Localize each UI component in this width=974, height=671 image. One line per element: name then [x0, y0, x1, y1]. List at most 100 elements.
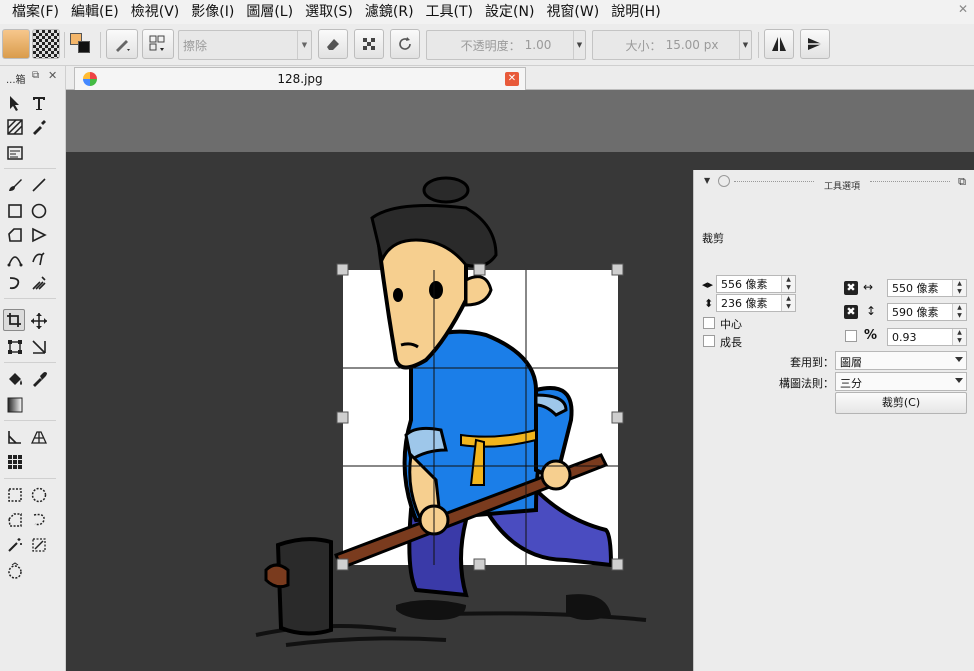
lock-docker-icon[interactable]	[718, 175, 730, 187]
brush-icon	[9, 179, 22, 191]
tool-polygon[interactable]	[4, 224, 26, 246]
bezier-icon	[7, 256, 23, 267]
width-lock-checkbox[interactable]: ✖	[844, 281, 858, 295]
tool-perspective-grid[interactable]	[28, 426, 50, 448]
tool-gradient[interactable]	[4, 394, 26, 416]
tool-polyline[interactable]	[28, 224, 50, 246]
menu-layer[interactable]: 圖層(L)	[240, 0, 299, 24]
tool-assistant[interactable]	[4, 426, 26, 448]
float-panel-icon[interactable]: ⧉	[32, 70, 39, 81]
tool-dynamic-brush[interactable]	[4, 272, 26, 294]
background-color-swatch[interactable]	[78, 41, 90, 53]
menu-image[interactable]: 影像(I)	[185, 0, 240, 24]
dynamics-button[interactable]	[142, 29, 174, 59]
crop-handle-top-left[interactable]	[336, 263, 349, 276]
tool-fill[interactable]	[4, 368, 26, 390]
crop-handle-bottom-left[interactable]	[336, 558, 349, 571]
alpha-lock-button[interactable]	[354, 29, 384, 59]
spinner-icon[interactable]: ▲ ▼	[952, 304, 966, 320]
grid-dropdown-icon	[149, 35, 165, 51]
right-height-input[interactable]: 590 像素 ▲ ▼	[887, 303, 967, 321]
spinner-icon[interactable]: ▲ ▼	[952, 329, 966, 345]
tool-bezier[interactable]	[4, 248, 26, 270]
crop-handle-bottom[interactable]	[473, 558, 486, 571]
size-slider[interactable]: 大小： 15.00 px ▼	[592, 30, 752, 60]
tool-move[interactable]	[28, 310, 50, 332]
menu-window[interactable]: 視窗(W)	[540, 0, 605, 24]
composition-select[interactable]: 三分	[835, 372, 967, 391]
blend-mode-select[interactable]: 擦除 ▼	[178, 30, 312, 60]
size-label: 大小：	[625, 38, 662, 53]
crop-button[interactable]: 裁剪(C)	[835, 392, 967, 414]
tool-freehand-select[interactable]	[28, 509, 50, 531]
reset-button[interactable]	[390, 29, 420, 59]
opacity-slider[interactable]: 不透明度： 1.00 ▼	[426, 30, 586, 60]
document-tab[interactable]: 128.jpg ✕	[74, 67, 526, 90]
separator	[100, 32, 101, 58]
crop-handle-left[interactable]	[336, 411, 349, 424]
eraser-mode-button[interactable]	[318, 29, 348, 59]
mirror-horizontal-button[interactable]	[764, 29, 794, 59]
grow-checkbox[interactable]	[703, 335, 715, 347]
menu-view[interactable]: 檢視(V)	[125, 0, 186, 24]
crop-handle-top-right[interactable]	[611, 263, 624, 276]
tool-ellipse[interactable]	[28, 200, 50, 222]
float-docker-icon[interactable]: ⧉	[958, 175, 966, 189]
menu-filter[interactable]: 濾鏡(R)	[359, 0, 420, 24]
tool-gradient-editor[interactable]	[4, 142, 26, 164]
crop-width-input[interactable]: 556 像素 ▲ ▼	[716, 275, 796, 293]
tool-brush[interactable]	[4, 174, 26, 196]
menu-edit[interactable]: 編輯(E)	[65, 0, 125, 24]
checkerboard-icon	[363, 38, 375, 50]
close-icon[interactable]: ✕	[48, 69, 57, 82]
tool-pattern[interactable]	[4, 116, 26, 138]
tool-rectangle[interactable]	[4, 200, 26, 222]
tool-transform[interactable]	[4, 336, 26, 358]
crop-handle-right[interactable]	[611, 411, 624, 424]
collapse-icon[interactable]: ▼	[704, 176, 710, 185]
center-checkbox[interactable]	[703, 317, 715, 329]
chevron-down-icon[interactable]: ▼	[739, 31, 751, 59]
tool-color-picker[interactable]	[28, 368, 50, 390]
tool-calligraphy[interactable]	[28, 116, 50, 138]
tool-magic-wand[interactable]	[4, 534, 26, 556]
menu-help[interactable]: 說明(H)	[605, 0, 666, 24]
menu-file[interactable]: 檔案(F)	[6, 0, 65, 24]
height-lock-checkbox[interactable]: ✖	[844, 305, 858, 319]
tool-grid[interactable]	[4, 451, 26, 473]
tool-line[interactable]	[28, 174, 50, 196]
crop-height-input[interactable]: 236 像素 ▲ ▼	[716, 294, 796, 312]
right-width-input[interactable]: 550 像素 ▲ ▼	[887, 279, 967, 297]
spinner-icon[interactable]: ▲ ▼	[781, 295, 795, 311]
menu-settings[interactable]: 設定(N)	[479, 0, 540, 24]
window-close-icon[interactable]: ✕	[958, 2, 968, 16]
tool-text[interactable]	[28, 92, 50, 114]
ratio-input[interactable]: 0.93 ▲ ▼	[887, 328, 967, 346]
pattern-swatch[interactable]	[32, 29, 60, 59]
tool-path-select[interactable]	[28, 534, 50, 556]
crop-handle-bottom-right[interactable]	[611, 558, 624, 571]
close-icon[interactable]: ✕	[505, 72, 519, 86]
tool-polygon-select[interactable]	[4, 509, 26, 531]
tool-select-shapes[interactable]	[4, 92, 26, 114]
tool-freehand-path[interactable]	[28, 248, 50, 270]
crop-handle-top[interactable]	[473, 263, 486, 276]
menu-select[interactable]: 選取(S)	[299, 0, 359, 24]
tool-measure[interactable]	[28, 336, 50, 358]
tool-multibrush[interactable]	[28, 272, 50, 294]
tool-rect-select[interactable]	[4, 484, 26, 506]
tool-crop[interactable]	[3, 309, 25, 331]
mirror-vertical-button[interactable]	[800, 29, 830, 59]
spinner-icon[interactable]: ▲ ▼	[781, 276, 795, 292]
tool-similar-select[interactable]	[4, 560, 26, 582]
polygon-icon	[8, 228, 22, 242]
gradient-preset-swatch[interactable]	[2, 29, 30, 59]
color-swatches[interactable]	[68, 31, 94, 57]
brush-preset-button[interactable]	[106, 29, 138, 59]
apply-to-select[interactable]: 圖層	[835, 351, 967, 370]
menu-tools[interactable]: 工具(T)	[420, 0, 479, 24]
ratio-lock-checkbox[interactable]	[845, 330, 857, 342]
chevron-down-icon[interactable]: ▼	[573, 31, 585, 59]
tool-ellipse-select[interactable]	[28, 484, 50, 506]
spinner-icon[interactable]: ▲ ▼	[952, 280, 966, 296]
